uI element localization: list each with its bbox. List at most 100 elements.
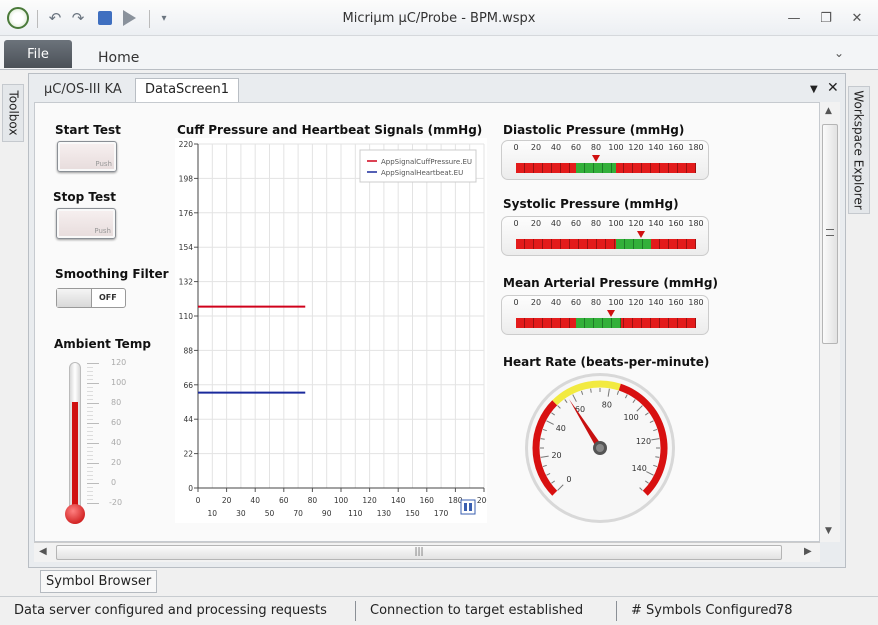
status-symbols-count: 78 — [776, 603, 793, 618]
tab-list-dropdown-icon[interactable]: ▼ — [810, 84, 818, 95]
dial-tick — [590, 388, 592, 393]
gauge-scale: 0 20 40 60 80 100 120 140 160 180 — [512, 143, 703, 155]
gauge-normal-range — [576, 163, 616, 173]
x-tick-label: 80 — [308, 496, 318, 505]
legend-entry: AppSignalCuffPressure.EU — [381, 158, 472, 166]
y-tick-label: 66 — [183, 381, 193, 390]
collapse-ribbon-icon[interactable]: ⌄ — [834, 46, 844, 60]
thermometer-tick-label: 0 — [111, 478, 117, 487]
thermometer-minor-tick — [87, 479, 93, 480]
gauge-tick-label: 20 — [530, 143, 542, 152]
thermometer-minor-tick — [87, 439, 93, 440]
tab-os-kernel-awareness[interactable]: μC/OS-III KA — [38, 79, 128, 100]
y-tick-label: 176 — [179, 209, 194, 218]
scroll-left-icon[interactable]: ◀ — [39, 546, 47, 557]
ambient-temp-label: Ambient Temp — [54, 337, 151, 351]
gauge-tick-label: 80 — [590, 143, 602, 152]
gauge-tick-label: 40 — [550, 219, 562, 228]
thermometer-minor-tick — [87, 391, 93, 392]
x-tick-label: 30 — [236, 509, 246, 518]
start-test-button[interactable]: Push — [57, 141, 117, 172]
gauge-tick-label: 160 — [668, 143, 684, 152]
y-tick-label: 154 — [179, 243, 194, 252]
gauge-tick-label: 0 — [513, 298, 519, 307]
smoothing-filter-toggle[interactable]: OFF — [56, 288, 126, 308]
thermometer-minor-tick — [87, 491, 93, 492]
home-tab[interactable]: Home — [98, 50, 139, 66]
close-button[interactable]: ✕ — [845, 8, 869, 28]
status-server: Data server configured and processing re… — [14, 603, 327, 618]
restore-button[interactable]: ❐ — [814, 8, 838, 28]
toggle-knob — [57, 289, 92, 307]
symbol-browser-tab[interactable]: Symbol Browser — [40, 570, 158, 593]
close-tab-icon[interactable]: ✕ — [827, 80, 839, 96]
y-tick-label: 22 — [183, 450, 193, 459]
thermometer-tick-label: 20 — [111, 458, 122, 467]
gauge-tick-label: 120 — [628, 143, 644, 152]
scroll-up-icon[interactable]: ▲ — [825, 106, 832, 116]
mean-arterial-gauge: 0 20 40 60 80 100 120 140 160 180 — [501, 295, 709, 335]
diastolic-gauge: 0 20 40 60 80 100 120 140 160 180 — [501, 140, 709, 180]
gauge-normal-range — [616, 239, 651, 249]
x-tick-label: 170 — [434, 509, 449, 518]
x-tick-label: 20 — [222, 496, 232, 505]
status-symbols-label: # Symbols Configured: — [631, 603, 781, 618]
thermometer-minor-tick — [87, 415, 93, 416]
file-tab[interactable]: File — [4, 40, 72, 68]
thermometer-minor-tick — [87, 459, 93, 460]
stop-test-button[interactable]: Push — [56, 208, 116, 239]
gauge-tick-label: 60 — [570, 298, 582, 307]
gauge-value-marker — [607, 310, 615, 317]
thermometer-minor-tick — [87, 435, 93, 436]
status-separator — [616, 601, 617, 621]
thermometer-minor-tick — [87, 395, 93, 396]
minimize-button[interactable]: — — [782, 8, 806, 28]
tab-datascreen1[interactable]: DataScreen1 — [135, 78, 240, 102]
gauge-tick-label: 140 — [648, 143, 664, 152]
toolbox-panel-tab[interactable]: Toolbox — [2, 84, 24, 142]
scroll-right-icon[interactable]: ▶ — [804, 546, 812, 557]
workspace-explorer-label: Workspace Explorer — [852, 90, 866, 210]
dial-tick-label: 40 — [556, 424, 566, 433]
chart-zoom-tool-icon — [464, 503, 467, 511]
chart-zoom-tool-icon — [460, 499, 476, 515]
thermometer-minor-tick — [87, 431, 93, 432]
status-connection: Connection to target established — [370, 603, 584, 618]
horizontal-scrollbar[interactable]: ◀ ||| ▶ — [34, 542, 820, 562]
x-tick-label: 200 — [477, 496, 487, 505]
thermometer-tick-label: 80 — [111, 398, 122, 407]
gauge-tick-label: 100 — [608, 298, 624, 307]
mean-arterial-label: Mean Arterial Pressure (mmHg) — [503, 276, 718, 290]
x-tick-label: 130 — [377, 509, 392, 518]
chart-background — [175, 138, 487, 523]
thermometer-major-tick — [87, 423, 99, 424]
x-tick-label: 50 — [265, 509, 275, 518]
toggle-state: OFF — [99, 293, 117, 302]
horizontal-scroll-thumb[interactable]: ||| — [56, 545, 782, 560]
x-tick-label: 0 — [196, 496, 201, 505]
toolbox-label: Toolbox — [6, 90, 20, 136]
workspace-explorer-tab[interactable]: Workspace Explorer — [848, 86, 870, 214]
x-tick-label: 70 — [293, 509, 303, 518]
gauge-scale: 0 20 40 60 80 100 120 140 160 180 — [512, 298, 703, 310]
gauge-tick-label: 180 — [688, 298, 704, 307]
gauge-tick-label: 0 — [513, 219, 519, 228]
smoothing-filter-label: Smoothing Filter — [55, 267, 169, 281]
x-tick-label: 100 — [334, 496, 349, 505]
vertical-scroll-thumb[interactable] — [822, 124, 838, 344]
thermometer-minor-tick — [87, 379, 93, 380]
stop-test-label: Stop Test — [53, 190, 116, 204]
thermometer-minor-tick — [87, 499, 93, 500]
scroll-down-icon[interactable]: ▼ — [825, 526, 832, 536]
thermometer-major-tick — [87, 403, 99, 404]
thermometer-minor-tick — [87, 399, 93, 400]
thermometer-minor-tick — [87, 387, 93, 388]
x-tick-label: 10 — [208, 509, 218, 518]
gauge-tick-label: 140 — [648, 298, 664, 307]
thermometer-minor-tick — [87, 451, 93, 452]
gauge-normal-range — [576, 318, 621, 328]
dial-hub-cap — [596, 444, 604, 452]
x-tick-label: 140 — [391, 496, 406, 505]
chart-legend — [359, 149, 477, 183]
vertical-scrollbar[interactable]: ▲ ▼ — [820, 102, 840, 542]
